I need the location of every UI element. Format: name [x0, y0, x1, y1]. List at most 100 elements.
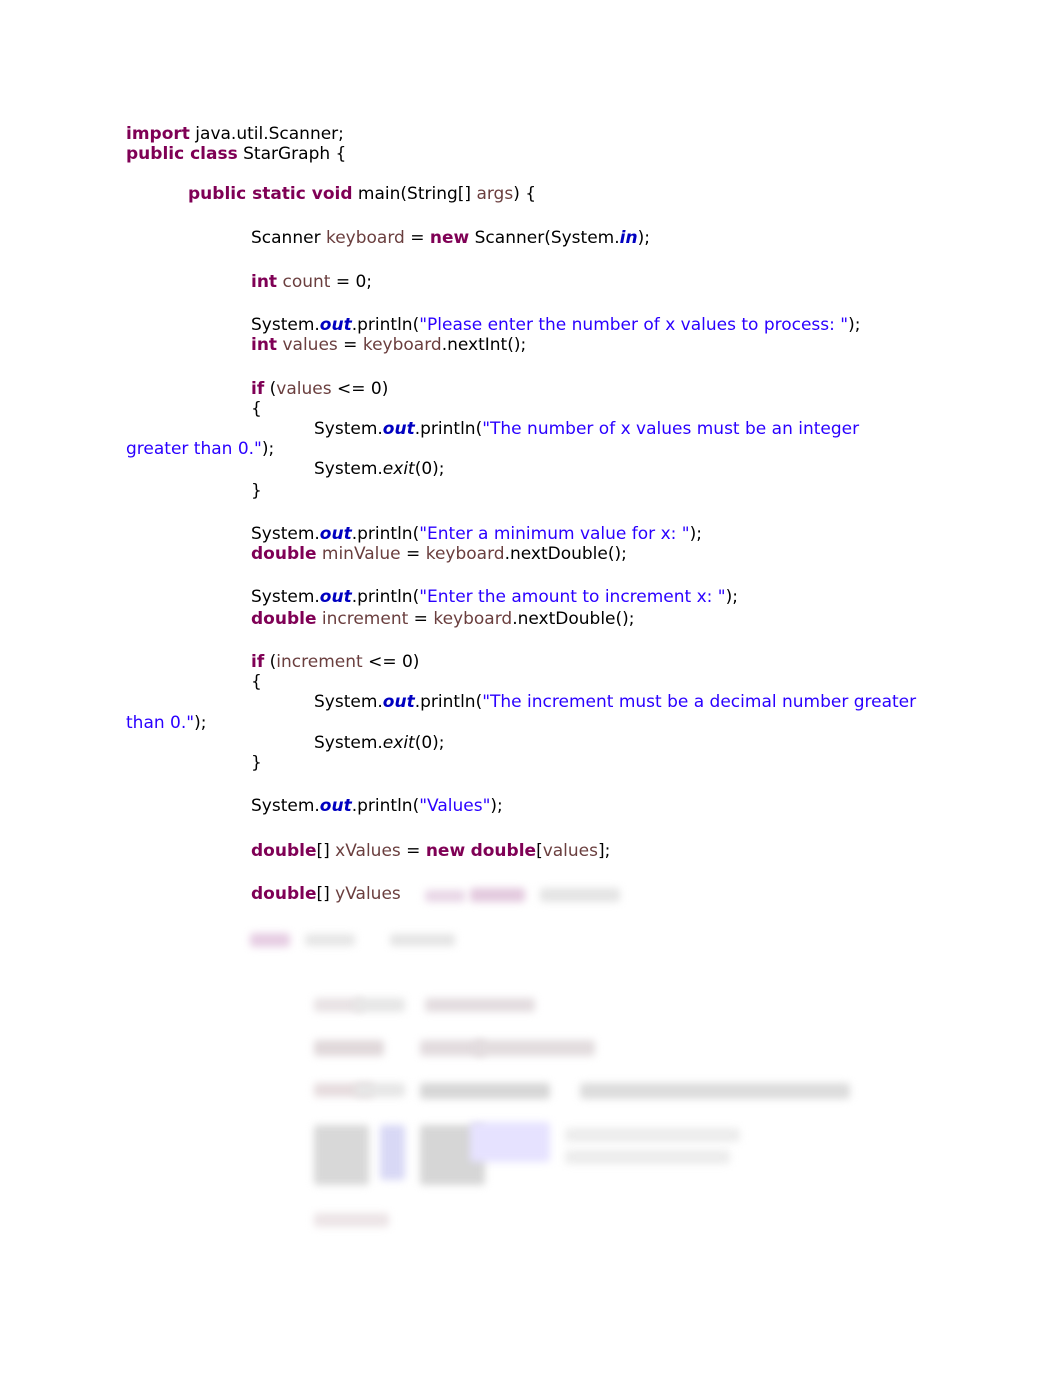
static-field: out — [319, 524, 352, 544]
code-text: [ — [536, 841, 543, 861]
keyword: import — [126, 124, 190, 144]
variable: xValues — [335, 841, 401, 861]
blurred-text — [580, 1083, 850, 1099]
variable: minValue — [321, 544, 401, 564]
code-text: .println( — [351, 796, 420, 816]
code-line: Scanner keyboard = new Scanner(System.in… — [251, 228, 650, 248]
code-text: .println( — [351, 315, 420, 335]
code-line: greater than 0."); — [126, 439, 274, 459]
code-line: if (increment <= 0) — [251, 652, 419, 672]
variable: values — [542, 841, 598, 861]
code-line: import java.util.Scanner; — [126, 124, 344, 144]
code-text: (0); — [414, 459, 445, 479]
code-text: ); — [194, 713, 207, 733]
code-text: StarGraph { — [237, 144, 347, 164]
code-line: double[] yValues — [251, 884, 401, 904]
code-text: System. — [314, 459, 383, 479]
code-text: { — [251, 399, 262, 419]
keyword: int — [251, 335, 278, 355]
keyword: new — [425, 841, 466, 861]
code-text: } — [251, 481, 262, 501]
keyword: new — [429, 228, 470, 248]
code-text: .println( — [351, 587, 420, 607]
blurred-text — [425, 998, 535, 1012]
code-text: System. — [314, 733, 383, 753]
blurred-text — [250, 933, 290, 947]
variable: increment — [321, 609, 409, 629]
code-text: .nextDouble(); — [504, 544, 627, 564]
string-literal: "The increment must be a decimal number … — [482, 692, 917, 712]
code-text: { — [251, 672, 262, 692]
string-literal: "Enter the amount to increment x: " — [419, 587, 726, 607]
keyword: double — [251, 884, 317, 904]
code-line: System.out.println("The increment must b… — [314, 692, 916, 712]
code-line: System.exit(0); — [314, 459, 445, 479]
code-text: ( — [264, 379, 277, 399]
code-line: double increment = keyboard.nextDouble()… — [251, 609, 635, 629]
string-literal: "Please enter the number of x values to … — [419, 315, 849, 335]
code-line: System.exit(0); — [314, 733, 445, 753]
code-text: [] — [316, 884, 336, 904]
keyword: double — [251, 609, 317, 629]
blurred-text — [470, 1122, 550, 1162]
code-text: (0); — [414, 733, 445, 753]
code-line: System.out.println("Please enter the num… — [251, 315, 860, 335]
blurred-text — [305, 934, 355, 946]
code-line: int values = keyboard.nextInt(); — [251, 335, 526, 355]
code-text: = 0; — [330, 272, 373, 292]
code-line: } — [251, 481, 262, 501]
code-line: public class StarGraph { — [126, 144, 346, 164]
static-field: out — [319, 587, 352, 607]
blurred-text — [565, 1128, 740, 1142]
blurred-text — [470, 888, 525, 902]
code-text: java.util.Scanner; — [189, 124, 344, 144]
keyword: double — [251, 841, 317, 861]
variable: args — [476, 184, 514, 204]
code-line: int count = 0; — [251, 272, 372, 292]
blurred-text — [425, 890, 465, 902]
blurred-text — [314, 1213, 389, 1227]
blurred-text — [390, 934, 455, 946]
code-line: System.out.println("Enter the amount to … — [251, 587, 738, 607]
keyword: if — [251, 379, 265, 399]
static-field: out — [382, 419, 415, 439]
static-method: exit — [382, 733, 415, 753]
string-literal: "Enter a minimum value for x: " — [419, 524, 690, 544]
blurred-text — [314, 1040, 384, 1056]
code-text: .println( — [414, 419, 483, 439]
code-text: .nextInt(); — [441, 335, 527, 355]
code-text: <= 0) — [362, 652, 420, 672]
code-text: ); — [490, 796, 503, 816]
code-text: Scanner — [251, 228, 326, 248]
code-text: ); — [725, 587, 738, 607]
variable: keyboard — [433, 609, 513, 629]
code-text: = — [400, 544, 426, 564]
static-field: out — [319, 315, 352, 335]
blurred-text — [380, 1125, 405, 1180]
code-text: = — [404, 228, 430, 248]
string-literal: than 0." — [126, 713, 195, 733]
code-text: ); — [637, 228, 650, 248]
code-text: System. — [314, 692, 383, 712]
keyword: double — [251, 544, 317, 564]
code-line: System.out.println("The number of x valu… — [314, 419, 859, 439]
code-text: = — [400, 841, 426, 861]
code-text: ) { — [513, 184, 537, 204]
code-text: <= 0) — [331, 379, 389, 399]
variable: keyboard — [325, 228, 405, 248]
code-text: = — [337, 335, 363, 355]
blurred-text — [420, 1083, 550, 1099]
code-text: [] — [316, 841, 336, 861]
blurred-text — [540, 888, 620, 902]
code-text: = — [408, 609, 434, 629]
code-line: public static void main(String[] args) { — [188, 184, 536, 204]
code-text: main(String[] — [352, 184, 477, 204]
code-line: than 0."); — [126, 713, 206, 733]
code-line: if (values <= 0) — [251, 379, 388, 399]
code-text: ); — [848, 315, 861, 335]
keyword: public class — [126, 144, 238, 164]
keyword: double — [470, 841, 537, 861]
variable: keyboard — [362, 335, 442, 355]
code-text: System. — [251, 524, 320, 544]
code-text: System. — [251, 587, 320, 607]
